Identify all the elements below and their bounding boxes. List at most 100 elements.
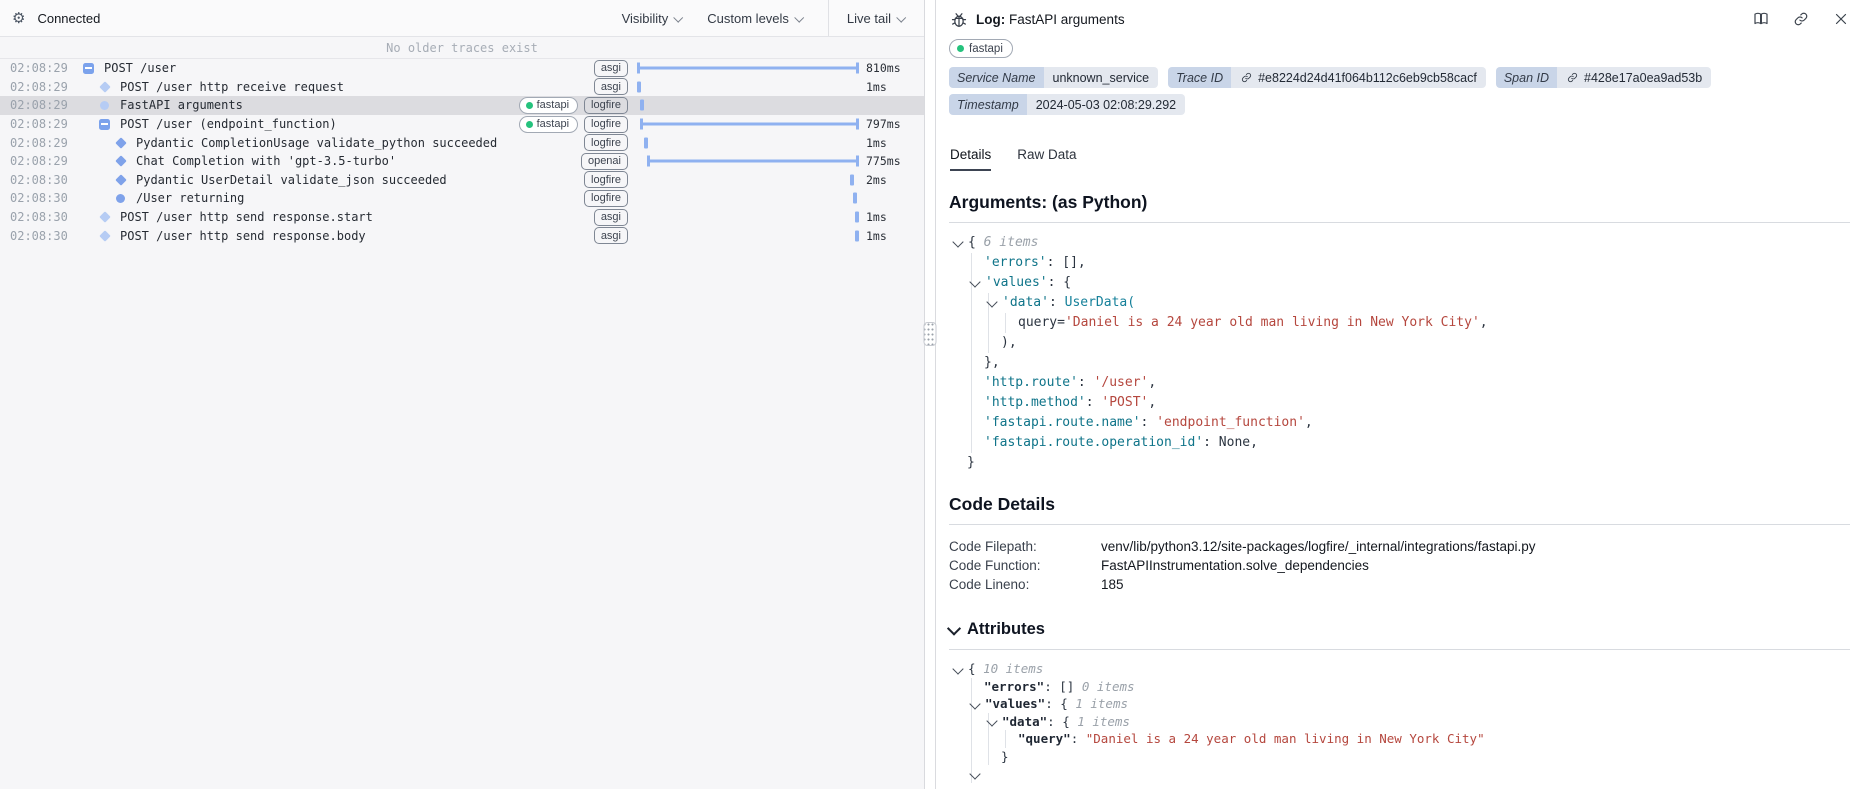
tree-line: 'values': { xyxy=(949,273,1850,293)
indent-guide xyxy=(988,748,989,766)
token: , xyxy=(1148,375,1156,390)
trace-duration: 810ms xyxy=(866,61,918,75)
trace-row-time: 02:08:30 xyxy=(10,173,70,187)
token: UserData( xyxy=(1065,295,1135,310)
trace-row-time: 02:08:29 xyxy=(10,136,70,150)
trace-row[interactable]: 02:08:30Pydantic UserDetail validate_jso… xyxy=(0,171,924,190)
trace-row[interactable]: 02:08:29POST /user http receive requesta… xyxy=(0,78,924,97)
link-icon xyxy=(1240,71,1253,84)
trace-badges: asgi xyxy=(594,60,628,77)
tree-line: "data": { 1 items xyxy=(949,713,1850,731)
trace-row[interactable]: 02:08:30POST /user http send response.bo… xyxy=(0,226,924,245)
duration-bar xyxy=(640,119,859,130)
detail-kind: Log: xyxy=(976,12,1005,27)
duration-bar xyxy=(637,63,859,74)
indent-guide xyxy=(971,730,972,748)
tab-details[interactable]: Details xyxy=(950,147,991,171)
close-icon[interactable] xyxy=(1832,10,1850,28)
trace-badges: asgi xyxy=(594,209,628,226)
trace-row[interactable]: 02:08:30/User returninglogfire xyxy=(0,189,924,208)
service-name-chip: Service Name unknown_service xyxy=(949,67,1158,88)
trace-timeline xyxy=(637,115,859,134)
tree-line: 'http.route': '/user', xyxy=(949,373,1850,393)
span-id-value[interactable]: #428e17a0ea9ad53b xyxy=(1557,67,1711,88)
trace-timeline xyxy=(637,78,859,97)
trace-row[interactable]: 02:08:29POST /user (endpoint_function)fa… xyxy=(0,115,924,134)
trace-badges: asgi xyxy=(594,227,628,244)
tab-raw-data[interactable]: Raw Data xyxy=(1017,147,1076,171)
trace-timeline xyxy=(637,189,859,208)
indent-guide xyxy=(1005,730,1006,748)
indent-guide xyxy=(971,333,972,353)
service-badge: fastapi xyxy=(949,39,1013,58)
link-icon[interactable] xyxy=(1792,10,1810,28)
chevron-down-icon xyxy=(674,12,684,22)
reader-icon[interactable] xyxy=(1752,10,1770,28)
live-tail-section: Live tail xyxy=(828,0,924,36)
attributes-title-text: Attributes xyxy=(967,620,1045,639)
chevron-down-icon[interactable] xyxy=(947,621,961,635)
tree-line: } xyxy=(949,453,1850,473)
trace-badges: asgi xyxy=(594,78,628,95)
token: "Daniel is a 24 year old man living in N… xyxy=(1086,731,1485,746)
token: 'POST' xyxy=(1101,395,1148,410)
collapse-icon[interactable] xyxy=(83,63,94,74)
trace-duration: 797ms xyxy=(866,117,918,131)
span-diamond-icon xyxy=(99,230,110,241)
trace-span-name: FastAPI arguments xyxy=(120,98,243,112)
tree-line: "errors": [] 0 items xyxy=(949,678,1850,696)
attributes-json-tree: { 10 items"errors": [] 0 items"values": … xyxy=(949,660,1850,783)
trace-row-time: 02:08:29 xyxy=(10,98,70,112)
gear-icon[interactable]: ⚙ xyxy=(12,11,25,26)
duration-bar xyxy=(644,137,648,148)
live-tail-dropdown[interactable]: Live tail xyxy=(847,11,904,26)
trace-row[interactable]: 02:08:29 Chat Completion with 'gpt-3.5-tu… xyxy=(0,152,924,171)
trace-badges: fastapilogfire xyxy=(519,116,628,133)
trace-row-time: 02:08:29 xyxy=(10,154,70,168)
trace-badges: fastapilogfire xyxy=(519,97,628,114)
trace-panel: ⚙ Connected Visibility Custom levels Liv… xyxy=(0,0,925,789)
tree-line: 'fastapi.route.name': 'endpoint_function… xyxy=(949,413,1850,433)
connection-status: Connected xyxy=(37,11,100,26)
trace-row[interactable]: 02:08:29POST /userasgi810ms xyxy=(0,59,924,78)
token: "query" xyxy=(1018,731,1071,746)
visibility-dropdown[interactable]: Visibility xyxy=(622,11,682,26)
duration-bar xyxy=(850,174,854,185)
tree-line: 'data': UserData( xyxy=(949,293,1850,313)
custom-levels-dropdown[interactable]: Custom levels xyxy=(707,11,802,26)
trace-id-value[interactable]: #e8224d24d41f064b112c6eb9cb58cacf xyxy=(1231,67,1486,88)
bug-icon xyxy=(949,10,967,28)
code-detail-row: Code Lineno:185 xyxy=(949,575,1850,594)
chevron-down-icon[interactable] xyxy=(952,663,963,674)
trace-row[interactable]: 02:08:29 FastAPI arguments fastapilogfire xyxy=(0,96,924,115)
panel-resize-handle[interactable] xyxy=(924,322,937,346)
arguments-section-title: Arguments: (as Python) xyxy=(949,192,1850,223)
detail-span-name: FastAPI arguments xyxy=(1009,12,1125,27)
tree-line: "values": { 1 items xyxy=(949,695,1850,713)
chevron-down-icon[interactable] xyxy=(952,236,963,247)
code-detail-value: 185 xyxy=(1101,575,1124,594)
collapse-icon[interactable] xyxy=(99,119,110,130)
link-icon xyxy=(1566,71,1579,84)
meta-row-1: Service Name unknown_service Trace ID #e… xyxy=(949,67,1850,88)
tree-line: 'http.method': 'POST', xyxy=(949,393,1850,413)
span-id-text: #428e17a0ea9ad53b xyxy=(1584,71,1702,85)
service-badge-label: fastapi xyxy=(969,43,1003,55)
trace-span-name: Chat Completion with 'gpt-3.5-turbo' xyxy=(136,154,396,168)
scope-badge: logfire xyxy=(584,97,628,114)
token: { xyxy=(968,661,983,676)
trace-badges: logfire xyxy=(584,171,628,188)
span-diamond-icon xyxy=(99,81,110,92)
trace-badges: logfire xyxy=(584,190,628,207)
trace-row-time: 02:08:30 xyxy=(10,191,70,205)
trace-id-chip: Trace ID #e8224d24d41f064b112c6eb9cb58ca… xyxy=(1168,67,1486,88)
trace-row[interactable]: 02:08:30POST /user http send response.st… xyxy=(0,208,924,227)
indent-guide xyxy=(1005,313,1006,333)
token: 'Daniel is a 24 year old man living in N… xyxy=(1065,315,1480,330)
token: 'http.method' xyxy=(984,395,1086,410)
token: } xyxy=(1001,749,1009,764)
indent-guide xyxy=(988,730,989,748)
span-id-label: Span ID xyxy=(1496,67,1557,88)
duration-bar xyxy=(640,100,644,111)
trace-row[interactable]: 02:08:29Pydantic CompletionUsage validat… xyxy=(0,133,924,152)
